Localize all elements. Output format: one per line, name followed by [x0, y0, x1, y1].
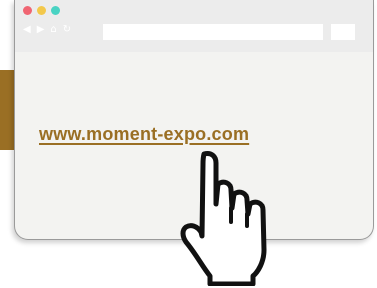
hand-pointer-icon [180, 151, 267, 286]
address-bar[interactable] [103, 24, 323, 40]
forward-icon[interactable]: ▶ [37, 24, 45, 36]
back-icon[interactable]: ◀ [23, 24, 31, 36]
maximize-window-button[interactable] [51, 6, 60, 15]
website-link[interactable]: www.moment-expo.com [39, 124, 249, 145]
navigation-controls: ◀ ▶ ⌂ ↻ [23, 24, 71, 36]
minimize-window-button[interactable] [37, 6, 46, 15]
close-window-button[interactable] [23, 6, 32, 15]
browser-action-button[interactable] [331, 24, 355, 40]
side-accent-tab [0, 70, 14, 150]
reload-icon[interactable]: ↻ [63, 24, 71, 36]
home-icon[interactable]: ⌂ [50, 24, 56, 36]
title-bar: ◀ ▶ ⌂ ↻ [15, 0, 373, 52]
